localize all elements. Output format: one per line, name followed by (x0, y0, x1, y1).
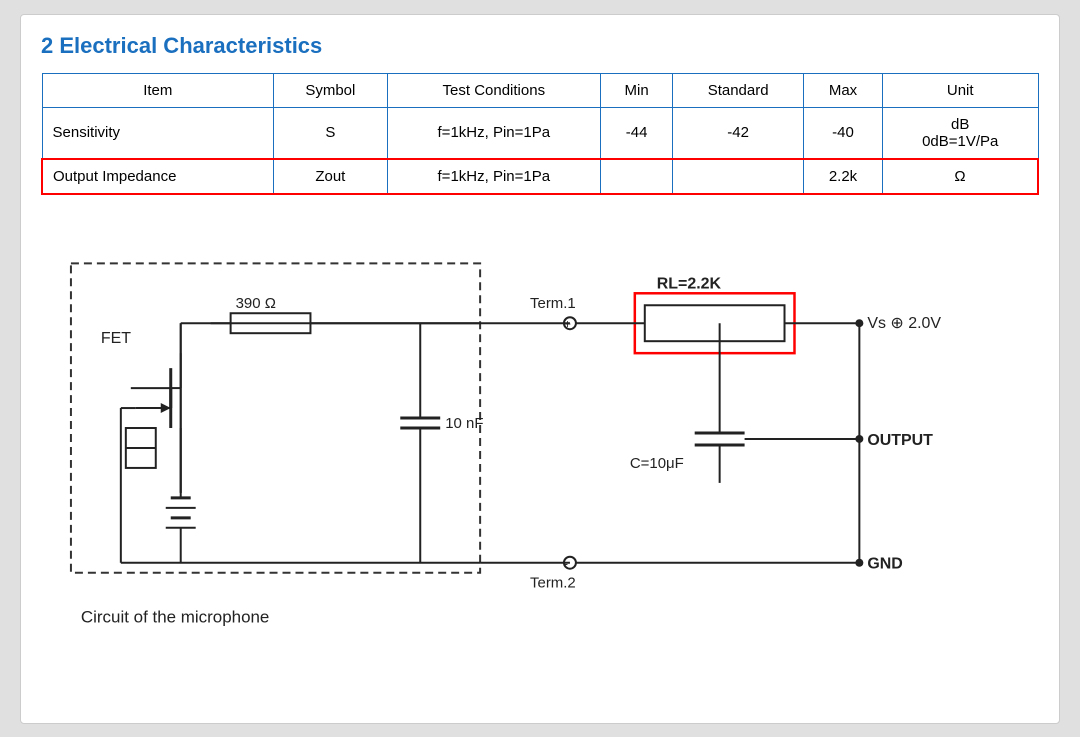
resistor-390-label: 390 Ω (236, 295, 276, 312)
col-max: Max (804, 73, 883, 107)
col-symbol: Symbol (274, 73, 388, 107)
circuit-diagram: FET (41, 223, 1039, 643)
table-header-row: Item Symbol Test Conditions Min Standard… (42, 73, 1038, 107)
sensitivity-min: -44 (601, 107, 673, 159)
circuit-caption: Circuit of the microphone (81, 607, 269, 626)
term1-label: Term.1 (530, 295, 576, 312)
cap-10nf-label: 10 nF (445, 415, 483, 432)
col-min: Min (601, 73, 673, 107)
impedance-symbol: Zout (274, 159, 388, 194)
rl-label: RL=2.2K (657, 275, 722, 292)
col-unit: Unit (882, 73, 1038, 107)
impedance-item: Output Impedance (42, 159, 274, 194)
sensitivity-conditions: f=1kHz, Pin=1Pa (387, 107, 600, 159)
sensitivity-standard: -42 (673, 107, 804, 159)
col-item: Item (42, 73, 274, 107)
svg-text:+: + (564, 317, 571, 331)
impedance-min (601, 159, 673, 194)
sensitivity-max: -40 (804, 107, 883, 159)
impedance-unit: Ω (882, 159, 1038, 194)
rl-highlight-box (635, 293, 795, 353)
fet-label: FET (101, 330, 131, 347)
term2-label: Term.2 (530, 574, 576, 591)
sensitivity-unit: dB 0dB=1V/Pa (882, 107, 1038, 159)
electrical-characteristics-table: Item Symbol Test Conditions Min Standard… (41, 73, 1039, 195)
svg-text:-: - (564, 556, 568, 570)
col-standard: Standard (673, 73, 804, 107)
sensitivity-item: Sensitivity (42, 107, 274, 159)
cap-10uf-label: C=10μF (630, 454, 684, 471)
rl-resistor (645, 305, 785, 341)
main-card: 2 Electrical Characteristics Item Symbol… (20, 14, 1060, 724)
table-row-highlighted: Output Impedance Zout f=1kHz, Pin=1Pa 2.… (42, 159, 1038, 194)
impedance-standard (673, 159, 804, 194)
section-title: 2 Electrical Characteristics (41, 33, 1039, 59)
output-label: OUTPUT (867, 431, 933, 448)
gnd-label: GND (867, 555, 902, 572)
circuit-svg: FET (41, 223, 1039, 643)
col-conditions: Test Conditions (387, 73, 600, 107)
impedance-max: 2.2k (804, 159, 883, 194)
impedance-conditions: f=1kHz, Pin=1Pa (387, 159, 600, 194)
table-row: Sensitivity S f=1kHz, Pin=1Pa -44 -42 -4… (42, 107, 1038, 159)
sensitivity-symbol: S (274, 107, 388, 159)
vs-label: Vs ⊕ 2.0V (867, 315, 941, 332)
